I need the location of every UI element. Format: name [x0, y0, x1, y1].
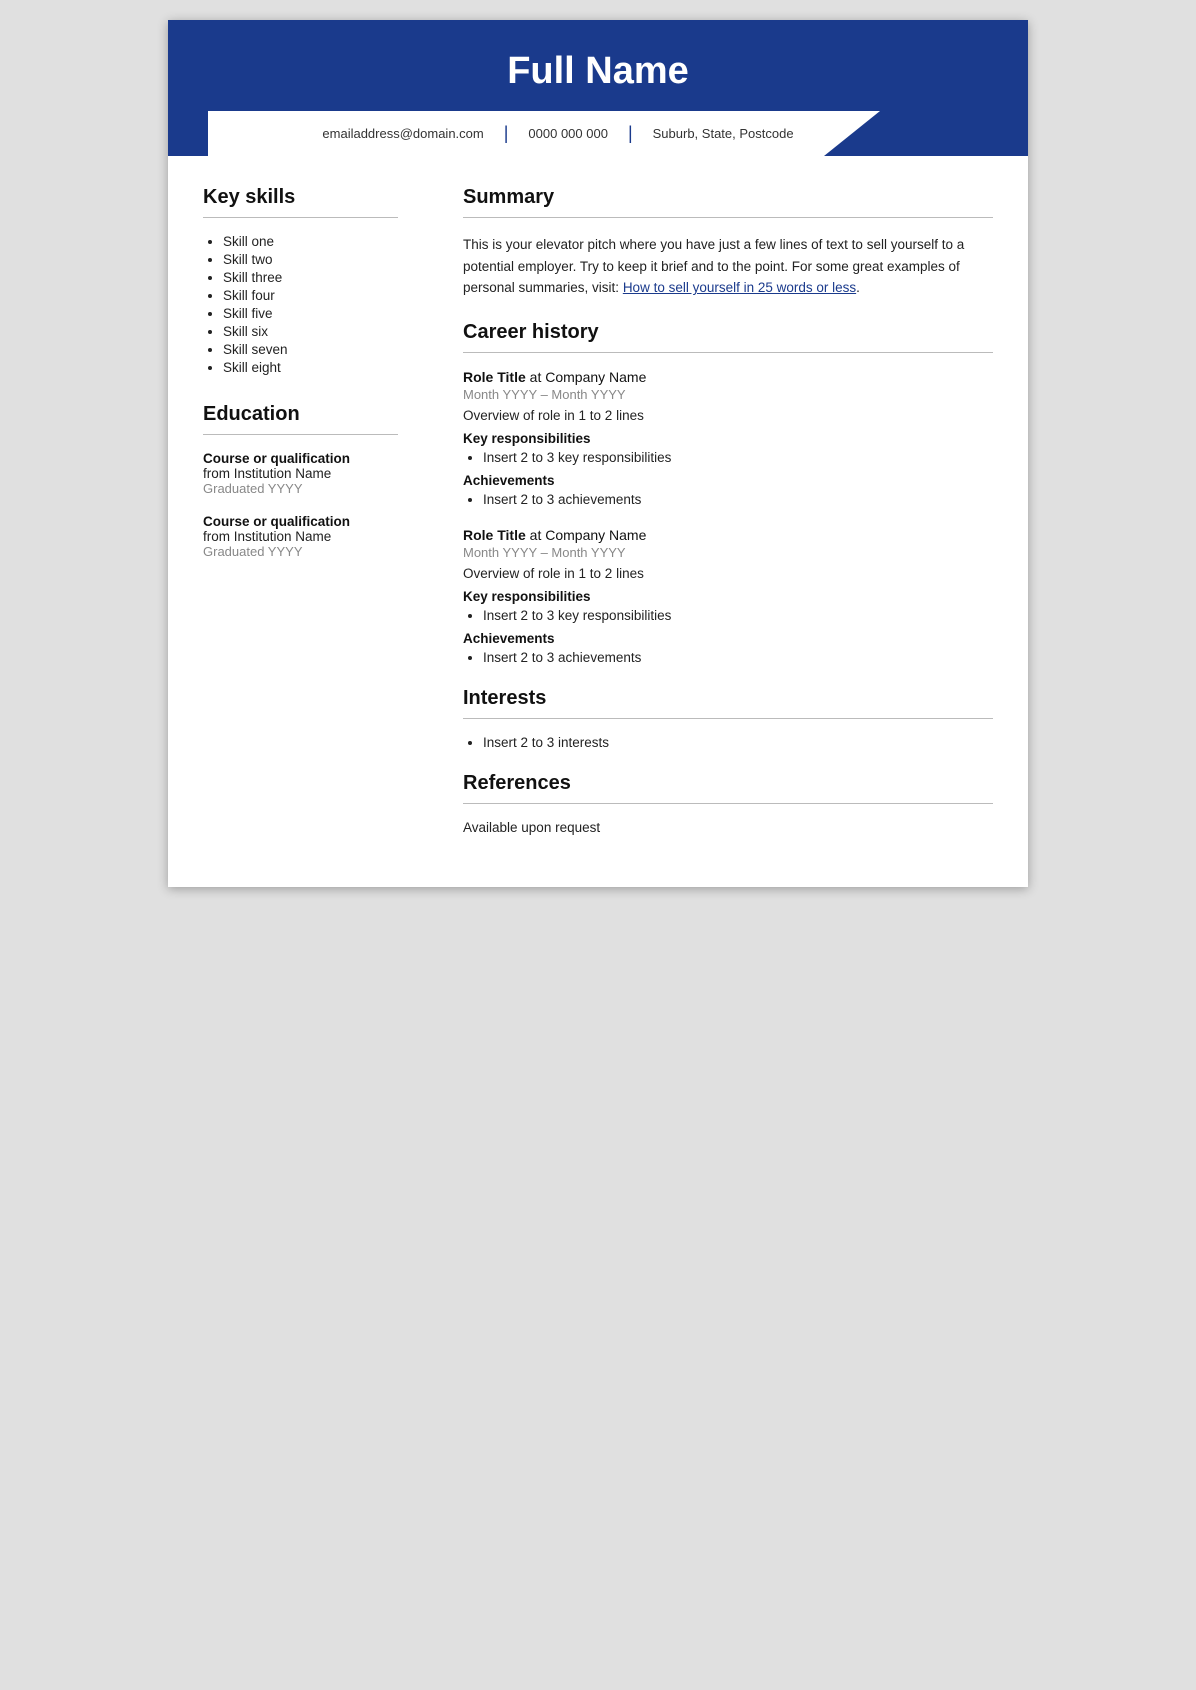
job-entry-1: Role Title at Company Name Month YYYY – …	[463, 369, 993, 507]
career-title: Career history	[463, 321, 993, 344]
summary-text: This is your elevator pitch where you ha…	[463, 234, 993, 299]
summary-link[interactable]: How to sell yourself in 25 words or less	[623, 280, 856, 295]
job-dates-1: Month YYYY – Month YYYY	[463, 387, 993, 402]
summary-section: Summary This is your elevator pitch wher…	[463, 186, 993, 299]
career-section: Career history Role Title at Company Nam…	[463, 321, 993, 665]
job-title-line-1: Role Title at Company Name	[463, 369, 993, 385]
achievements-list-2: Insert 2 to 3 achievements	[463, 650, 993, 665]
edu-year-1: Graduated YYYY	[203, 481, 398, 496]
education-title: Education	[203, 403, 398, 426]
responsibilities-list-1: Insert 2 to 3 key responsibilities	[463, 450, 993, 465]
resume-document: Full Name emailaddress@domain.com | 0000…	[168, 20, 1028, 887]
achievements-title-1: Achievements	[463, 473, 993, 488]
edu-qualification-1: Course or qualification	[203, 451, 398, 466]
responsibilities-list-2: Insert 2 to 3 key responsibilities	[463, 608, 993, 623]
edu-entry-1: Course or qualification from Institution…	[203, 451, 398, 496]
achievement-1-1: Insert 2 to 3 achievements	[483, 492, 993, 507]
responsibilities-title-1: Key responsibilities	[463, 431, 993, 446]
edu-institution-1: from Institution Name	[203, 466, 398, 481]
references-title: References	[463, 772, 993, 795]
job-entry-2: Role Title at Company Name Month YYYY – …	[463, 527, 993, 665]
responsibilities-title-2: Key responsibilities	[463, 589, 993, 604]
skills-divider	[203, 217, 398, 218]
skills-list: Skill one Skill two Skill three Skill fo…	[203, 234, 398, 375]
job-title-line-2: Role Title at Company Name	[463, 527, 993, 543]
job-dates-2: Month YYYY – Month YYYY	[463, 545, 993, 560]
interest-1: Insert 2 to 3 interests	[483, 735, 993, 750]
skill-1: Skill one	[223, 234, 398, 249]
references-text: Available upon request	[463, 820, 993, 835]
summary-title: Summary	[463, 186, 993, 209]
skill-2: Skill two	[223, 252, 398, 267]
interests-divider	[463, 718, 993, 719]
interests-list: Insert 2 to 3 interests	[463, 735, 993, 750]
skill-4: Skill four	[223, 288, 398, 303]
achievements-title-2: Achievements	[463, 631, 993, 646]
skill-8: Skill eight	[223, 360, 398, 375]
header-bottom: emailaddress@domain.com | 0000 000 000 |…	[208, 111, 988, 156]
achievement-2-1: Insert 2 to 3 achievements	[483, 650, 993, 665]
skill-7: Skill seven	[223, 342, 398, 357]
achievements-list-1: Insert 2 to 3 achievements	[463, 492, 993, 507]
sidebar: Key skills Skill one Skill two Skill thr…	[168, 186, 428, 857]
job-overview-2: Overview of role in 1 to 2 lines	[463, 566, 993, 581]
skill-6: Skill six	[223, 324, 398, 339]
full-name: Full Name	[208, 50, 988, 111]
blue-corner	[908, 111, 988, 156]
education-divider	[203, 434, 398, 435]
body: Key skills Skill one Skill two Skill thr…	[168, 156, 1028, 887]
skills-section: Key skills Skill one Skill two Skill thr…	[203, 186, 398, 375]
interests-section: Interests Insert 2 to 3 interests	[463, 687, 993, 750]
job-role-1: Role Title	[463, 369, 526, 385]
edu-year-2: Graduated YYYY	[203, 544, 398, 559]
interests-title: Interests	[463, 687, 993, 710]
education-section: Education Course or qualification from I…	[203, 403, 398, 559]
location: Suburb, State, Postcode	[633, 126, 814, 141]
references-section: References Available upon request	[463, 772, 993, 835]
edu-institution-2: from Institution Name	[203, 529, 398, 544]
edu-entry-2: Course or qualification from Institution…	[203, 514, 398, 559]
phone: 0000 000 000	[508, 126, 628, 141]
email: emailaddress@domain.com	[302, 126, 503, 141]
skill-3: Skill three	[223, 270, 398, 285]
summary-divider	[463, 217, 993, 218]
skill-5: Skill five	[223, 306, 398, 321]
career-divider	[463, 352, 993, 353]
job-overview-1: Overview of role in 1 to 2 lines	[463, 408, 993, 423]
responsibility-1-1: Insert 2 to 3 key responsibilities	[483, 450, 993, 465]
edu-qualification-2: Course or qualification	[203, 514, 398, 529]
main-content: Summary This is your elevator pitch wher…	[428, 186, 1028, 857]
skills-title: Key skills	[203, 186, 398, 209]
references-divider	[463, 803, 993, 804]
job-role-2: Role Title	[463, 527, 526, 543]
header: Full Name emailaddress@domain.com | 0000…	[168, 20, 1028, 156]
contact-bar: emailaddress@domain.com | 0000 000 000 |…	[208, 111, 908, 156]
responsibility-2-1: Insert 2 to 3 key responsibilities	[483, 608, 993, 623]
